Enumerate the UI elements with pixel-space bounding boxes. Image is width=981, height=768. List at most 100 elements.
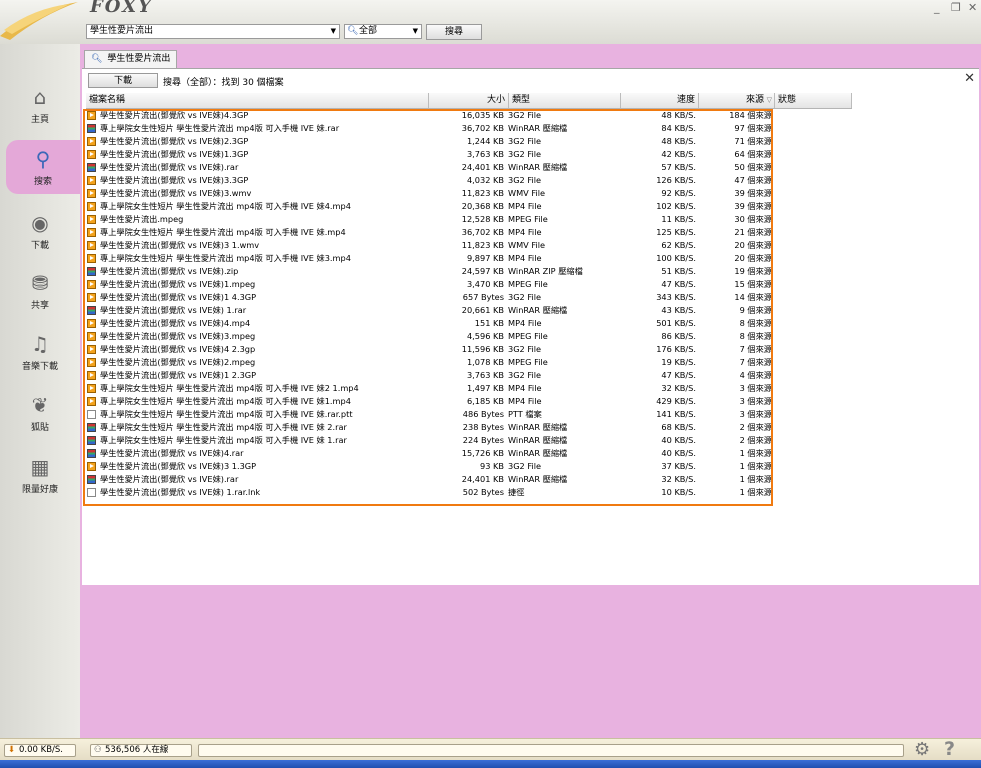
table-row[interactable]: 學生性愛片流出(鄧覺欣 vs IVE妹)4.3GP 16,035 KB 3G2 Fi… <box>86 109 852 122</box>
file-name: 學生性愛片流出(鄧覺欣 vs IVE妹).rar <box>100 162 239 172</box>
table-row[interactable]: 學生性愛片流出(鄧覺欣 vs IVE妹)1 2.3GP 3,763 KB 3G2 F… <box>86 369 852 382</box>
table-row[interactable]: 學生性愛片流出(鄧覺欣 vs IVE妹)4.rar 15,726 KB WinRAR… <box>86 447 852 460</box>
file-type: MP4 File <box>508 253 542 263</box>
table-row[interactable]: 學生性愛片流出(鄧覺欣 vs IVE妹) 1.rar.lnk 502 Bytes 捷… <box>86 486 852 499</box>
file-icon <box>87 488 96 497</box>
sidebar-item-sticker[interactable]: ❦ 狐貼 <box>0 392 80 433</box>
file-sources: 3 個來源 <box>739 383 772 393</box>
table-row[interactable]: 學生性愛片流出.mpeg 12,528 KB MPEG File 11 KB/S. 30… <box>86 213 852 226</box>
header-name[interactable]: 檔案名稱 <box>86 93 429 108</box>
search-scope-select[interactable]: 🔍︎ 全部 ▼ <box>344 24 422 39</box>
file-size: 12,528 KB <box>461 214 504 224</box>
table-row[interactable]: 學生性愛片流出(鄧覺欣 vs IVE妹).zip 24,597 KB WinRAR … <box>86 265 852 278</box>
sidebar-item-download[interactable]: ◉ 下載 <box>0 210 80 251</box>
file-size: 9,897 KB <box>466 253 504 263</box>
table-row[interactable]: 學生性愛片流出(鄧覺欣 vs IVE妹) 1.rar 20,661 KB WinRA… <box>86 304 852 317</box>
table-row[interactable]: 學生性愛片流出(鄧覺欣 vs IVE妹)1.3GP 3,763 KB 3G2 Fil… <box>86 148 852 161</box>
table-row[interactable]: 專上學院女生性短片 學生性愛片流出 mp4版 可入手機 IVE 妹.rar.pt… <box>86 408 852 421</box>
media-file-icon <box>87 241 96 250</box>
table-row[interactable]: 學生性愛片流出(鄧覺欣 vs IVE妹)1.mpeg 3,470 KB MPEG F… <box>86 278 852 291</box>
table-row[interactable]: 專上學院女生性短片 學生性愛片流出 mp4版 可入手機 IVE 妹2 1.mp4… <box>86 382 852 395</box>
file-type: 3G2 File <box>508 461 542 471</box>
file-type: MP4 File <box>508 318 542 328</box>
file-sources: 8 個來源 <box>739 331 772 341</box>
header-size[interactable]: 大小 <box>429 93 509 108</box>
help-icon[interactable]: ? <box>944 738 955 760</box>
search-input[interactable]: 學生性愛片流出 ▼ <box>86 24 340 39</box>
media-file-icon <box>87 254 96 263</box>
file-size: 1,244 KB <box>466 136 504 146</box>
table-row[interactable]: 專上學院女生性短片 學生性愛片流出 mp4版 可入手機 IVE 妹4.mp4 20… <box>86 200 852 213</box>
table-row[interactable]: 專上學院女生性短片 學生性愛片流出 mp4版 可入手機 IVE 妹1.mp4 6,… <box>86 395 852 408</box>
file-type: 捷徑 <box>508 487 525 497</box>
table-row[interactable]: 學生性愛片流出(鄧覺欣 vs IVE妹)3.wmv 11,823 KB WMV Fi… <box>86 187 852 200</box>
file-speed: 62 KB/S. <box>661 240 696 250</box>
sidebar-item-search[interactable]: ⚲ 搜索 <box>6 140 80 194</box>
settings-gear-icon[interactable]: ⚙ <box>914 739 930 760</box>
download-button[interactable]: 下載 <box>88 73 158 88</box>
table-row[interactable]: 學生性愛片流出(鄧覺欣 vs IVE妹)4 2.3gp 11,596 KB 3G2 … <box>86 343 852 356</box>
sidebar-item-music[interactable]: ♫ 音樂下載 <box>0 331 80 372</box>
close-window-icon[interactable]: ✕ <box>968 1 977 14</box>
table-row[interactable]: 學生性愛片流出(鄧覺欣 vs IVE妹)1 4.3GP 657 Bytes 3G2 … <box>86 291 852 304</box>
table-row[interactable]: 專上學院女生性短片 學生性愛片流出 mp4版 可入手機 IVE 妹.rar 36,… <box>86 122 852 135</box>
table-row[interactable]: 學生性愛片流出(鄧覺欣 vs IVE妹)2.mpeg 1,078 KB MPEG F… <box>86 356 852 369</box>
table-row[interactable]: 學生性愛片流出(鄧覺欣 vs IVE妹).rar 24,401 KB WinRAR … <box>86 161 852 174</box>
table-row[interactable]: 學生性愛片流出(鄧覺欣 vs IVE妹).rar 24,401 KB WinRAR … <box>86 473 852 486</box>
sidebar-item-home[interactable]: ⌂ 主頁 <box>0 84 80 125</box>
header-sources[interactable]: 來源 ▽ <box>699 93 775 108</box>
close-tab-icon[interactable]: ✕ <box>964 71 975 86</box>
media-file-icon <box>87 397 96 406</box>
file-name: 學生性愛片流出(鄧覺欣 vs IVE妹)3.3GP <box>100 175 249 185</box>
header-type[interactable]: 類型 <box>509 93 621 108</box>
file-size: 24,401 KB <box>461 162 504 172</box>
table-row[interactable]: 專上學院女生性短片 學生性愛片流出 mp4版 可入手機 IVE 妹 2.rar 2… <box>86 421 852 434</box>
restore-icon[interactable]: ❐ <box>951 1 961 14</box>
chevron-down-icon[interactable]: ▼ <box>331 25 336 38</box>
file-size: 4,032 KB <box>466 175 504 185</box>
download-icon: ◉ <box>31 211 49 235</box>
online-value: 536,506 人在線 <box>105 745 169 755</box>
chevron-down-icon[interactable]: ▼ <box>413 25 418 38</box>
search-icon: ⚲ <box>35 147 51 171</box>
users-icon: ⚇ <box>94 745 102 755</box>
archive-icon <box>87 475 96 484</box>
media-file-icon <box>87 358 96 367</box>
table-row[interactable]: 專上學院女生性短片 學生性愛片流出 mp4版 可入手機 IVE 妹3.mp4 9,… <box>86 252 852 265</box>
file-speed: 19 KB/S. <box>661 357 696 367</box>
header-status[interactable]: 狀態 <box>775 93 852 108</box>
search-scope-value: 全部 <box>359 26 378 36</box>
table-row[interactable]: 專上學院女生性短片 學生性愛片流出 mp4版 可入手機 IVE 妹.mp4 36,… <box>86 226 852 239</box>
file-type: MPEG File <box>508 357 548 367</box>
table-row[interactable]: 學生性愛片流出(鄧覺欣 vs IVE妹)3 1.wmv 11,823 KB WMV … <box>86 239 852 252</box>
file-name: 學生性愛片流出(鄧覺欣 vs IVE妹)3 1.wmv <box>100 240 260 250</box>
media-file-icon <box>87 345 96 354</box>
table-row[interactable]: 專上學院女生性短片 學生性愛片流出 mp4版 可入手機 IVE 妹 1.rar 2… <box>86 434 852 447</box>
table-row[interactable]: 學生性愛片流出(鄧覺欣 vs IVE妹)3.3GP 4,032 KB 3G2 Fil… <box>86 174 852 187</box>
tab-search-results[interactable]: 🔍︎ 學生性愛片流出 <box>84 50 178 69</box>
top-bar: FOXY _ ❐ ✕ 學生性愛片流出 ▼ 🔍︎ 全部 ▼ 搜尋 <box>0 0 981 44</box>
windows-taskbar <box>0 760 981 768</box>
search-status-text: 搜尋（全部）：找到 30 個檔案 <box>163 78 284 88</box>
minimize-icon[interactable]: _ <box>934 1 940 14</box>
search-button[interactable]: 搜尋 <box>426 24 482 40</box>
file-type: WinRAR 壓縮檔 <box>508 305 568 315</box>
file-sources: 2 個來源 <box>739 435 772 445</box>
file-name: 學生性愛片流出(鄧覺欣 vs IVE妹).zip <box>100 266 239 276</box>
sidebar-item-gift[interactable]: ▦ 限量好康 <box>0 454 80 495</box>
file-name: 學生性愛片流出(鄧覺欣 vs IVE妹)4 2.3gp <box>100 344 256 354</box>
file-type: 3G2 File <box>508 175 542 185</box>
file-type: WinRAR 壓縮檔 <box>508 123 568 133</box>
file-name: 專上學院女生性短片 學生性愛片流出 mp4版 可入手機 IVE 妹 1.rar <box>100 435 347 445</box>
table-row[interactable]: 學生性愛片流出(鄧覺欣 vs IVE妹)3.mpeg 4,596 KB MPEG F… <box>86 330 852 343</box>
sidebar-item-share[interactable]: ⛃ 共享 <box>0 270 80 311</box>
file-size: 1,497 KB <box>466 383 504 393</box>
media-file-icon <box>87 319 96 328</box>
header-speed[interactable]: 速度 <box>621 93 699 108</box>
file-size: 16,035 KB <box>461 110 504 120</box>
table-row[interactable]: 學生性愛片流出(鄧覺欣 vs IVE妹)4.mp4 151 KB MP4 File 5… <box>86 317 852 330</box>
media-file-icon <box>87 150 96 159</box>
file-type: WinRAR 壓縮檔 <box>508 435 568 445</box>
table-row[interactable]: 學生性愛片流出(鄧覺欣 vs IVE妹)2.3GP 1,244 KB 3G2 Fil… <box>86 135 852 148</box>
table-row[interactable]: 學生性愛片流出(鄧覺欣 vs IVE妹)3 1.3GP 93 KB 3G2 File… <box>86 460 852 473</box>
